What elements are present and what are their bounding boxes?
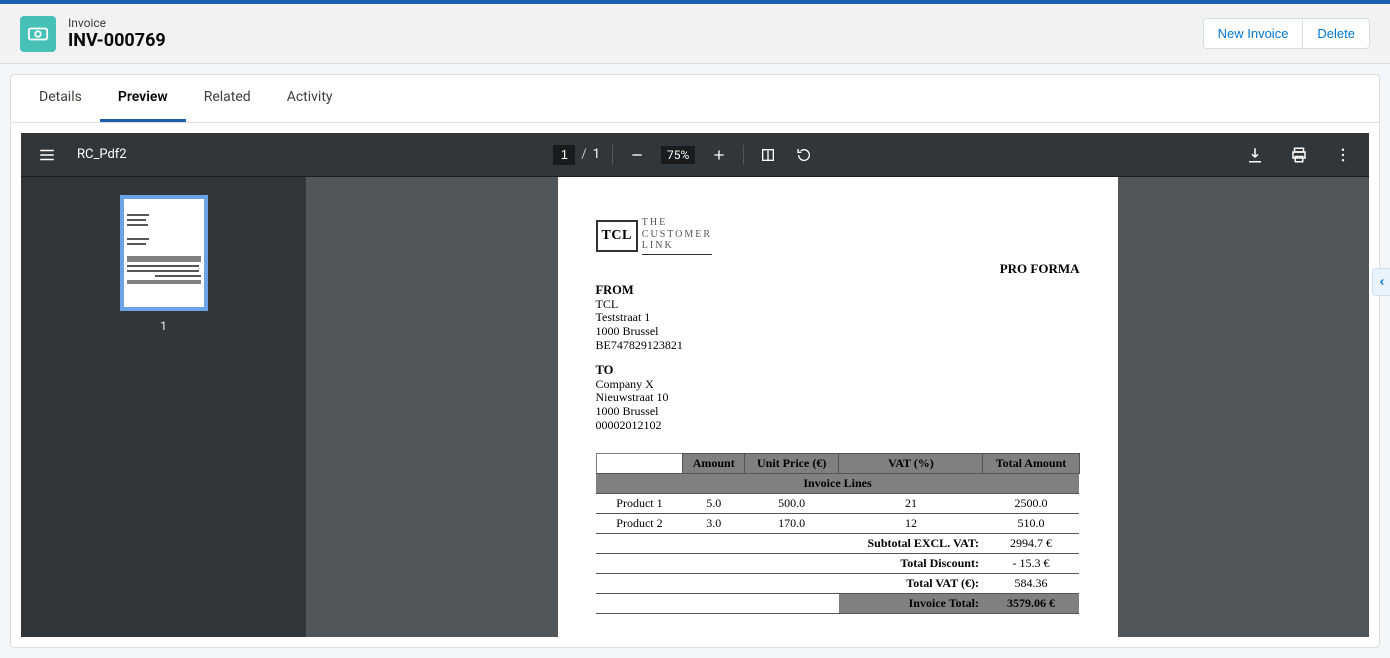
menu-icon[interactable] [35, 146, 59, 164]
page-current-input[interactable] [553, 145, 575, 165]
pdf-toolbar: RC_Pdf2 / 1 75% [21, 133, 1369, 177]
thumbnail-label: 1 [160, 319, 167, 333]
tab-preview[interactable]: Preview [100, 75, 186, 122]
zoom-level: 75% [661, 146, 695, 164]
to-label: TO [596, 363, 1080, 378]
page-counter: / 1 [553, 145, 600, 165]
from-label: FROM [596, 283, 1080, 298]
page-thumbnail[interactable] [120, 195, 208, 311]
pdf-page: TCL THE CUSTOMER LINK PRO FORMA FROM TCL [558, 177, 1118, 637]
record-title: INV-000769 [68, 30, 1203, 51]
table-row: Product 2 3.0 170.0 12 510.0 [596, 513, 1079, 533]
pdf-filename: RC_Pdf2 [77, 147, 127, 162]
company-logo-text: THE CUSTOMER LINK [642, 217, 712, 255]
page-header: Invoice INV-000769 New Invoice Delete [0, 4, 1390, 64]
utility-dock-toggle[interactable] [1372, 268, 1390, 296]
more-icon[interactable] [1331, 146, 1355, 164]
invoice-table: Amount Unit Price (€) VAT (%) Total Amou… [596, 453, 1080, 614]
company-logo-abbr: TCL [596, 220, 638, 252]
print-icon[interactable] [1287, 146, 1311, 164]
tab-related[interactable]: Related [186, 75, 269, 122]
invoice-icon [20, 16, 56, 52]
pdf-viewport[interactable]: TCL THE CUSTOMER LINK PRO FORMA FROM TCL [306, 177, 1369, 637]
table-row: Product 1 5.0 500.0 21 2500.0 [596, 493, 1079, 513]
tabs: Details Preview Related Activity [11, 75, 1379, 123]
document-type: PRO FORMA [596, 261, 1080, 277]
zoom-out-icon[interactable] [625, 147, 649, 163]
rotate-icon[interactable] [792, 147, 816, 163]
pdf-thumbnail-sidebar: 1 [21, 177, 306, 637]
new-invoice-button[interactable]: New Invoice [1203, 18, 1304, 49]
record-type-label: Invoice [68, 16, 1203, 30]
tab-details[interactable]: Details [21, 75, 100, 122]
page-total: 1 [593, 147, 600, 162]
delete-button[interactable]: Delete [1303, 18, 1370, 49]
zoom-in-icon[interactable] [707, 147, 731, 163]
fit-page-icon[interactable] [756, 147, 780, 163]
tab-activity[interactable]: Activity [269, 75, 351, 122]
download-icon[interactable] [1243, 146, 1267, 164]
